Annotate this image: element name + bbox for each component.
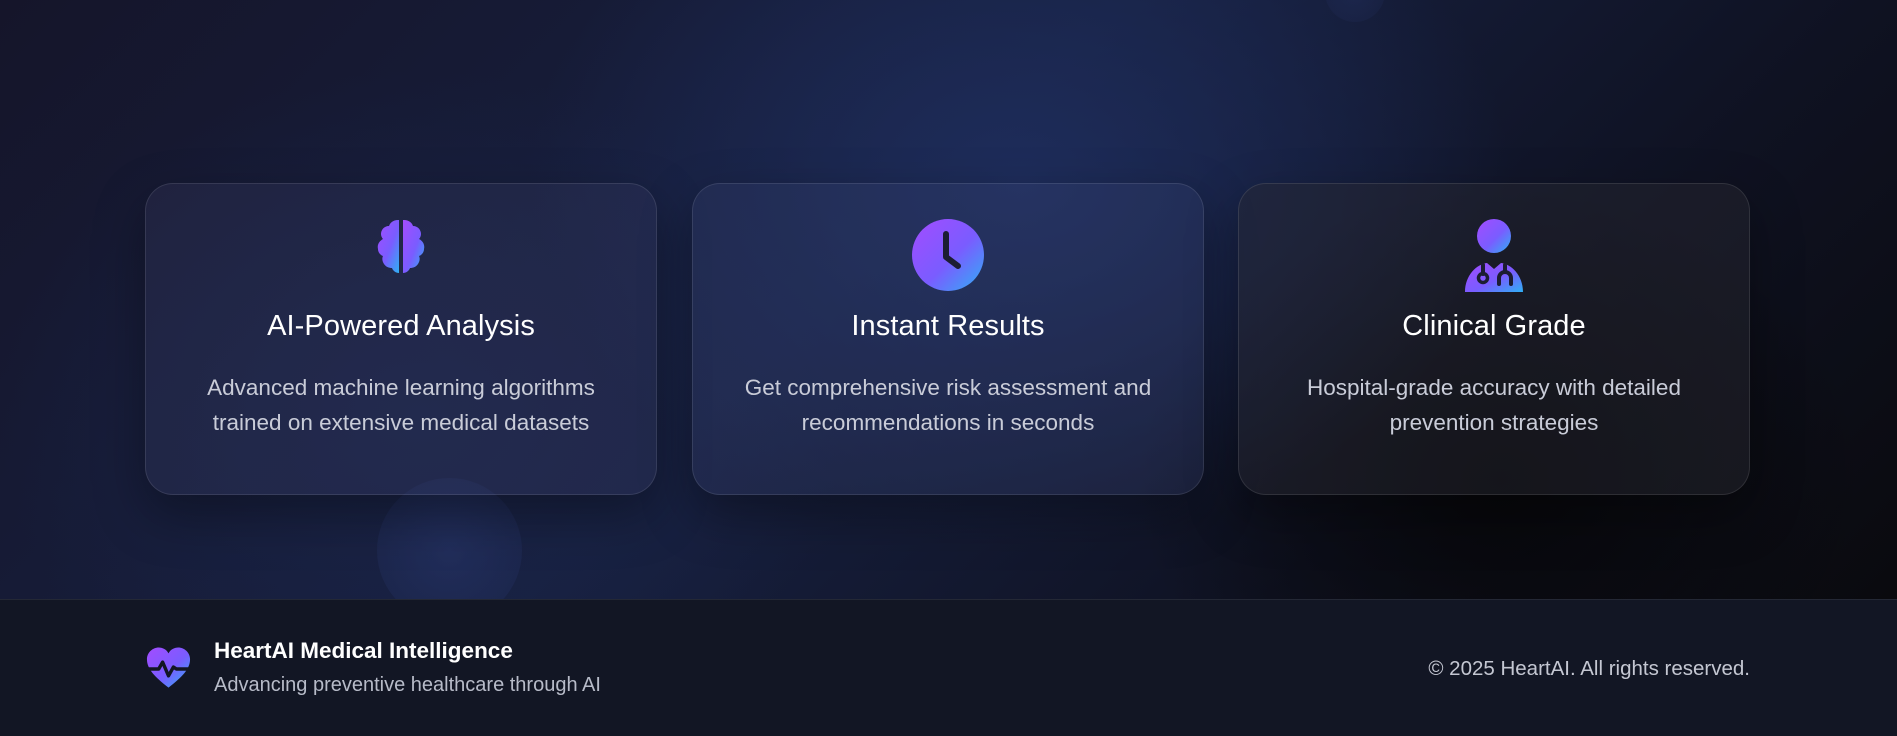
brand-tagline: Advancing preventive healthcare through … [214,674,601,696]
brand-name: HeartAI Medical Intelligence [214,638,513,663]
decorative-orb [1325,0,1385,22]
feature-description: Get comprehensive risk assessment and re… [744,375,1152,435]
brain-icon [364,218,438,292]
copyright-text: © 2025 HeartAI. All rights reserved. [1428,657,1750,680]
feature-title: AI-Powered Analysis [267,310,535,342]
feature-card-clinical-grade: Clinical Grade Hospital-grade accuracy w… [1238,183,1750,495]
features-section: AI-Powered Analysis Advanced machine lea… [0,0,1897,599]
heartbeat-icon [145,646,192,690]
footer: HeartAI Medical Intelligence Advancing p… [0,599,1897,736]
feature-title: Instant Results [851,310,1045,342]
feature-title: Clinical Grade [1402,310,1586,342]
feature-description: Hospital-grade accuracy with detailed pr… [1307,375,1681,435]
feature-card-ai-analysis: AI-Powered Analysis Advanced machine lea… [145,183,657,495]
feature-cards: AI-Powered Analysis Advanced machine lea… [145,183,1750,495]
clock-icon [911,218,985,292]
feature-card-instant-results: Instant Results Get comprehensive risk a… [692,183,1204,495]
feature-description: Advanced machine learning algorithms tra… [207,375,595,435]
decorative-orb [377,478,522,599]
doctor-icon [1457,218,1531,292]
